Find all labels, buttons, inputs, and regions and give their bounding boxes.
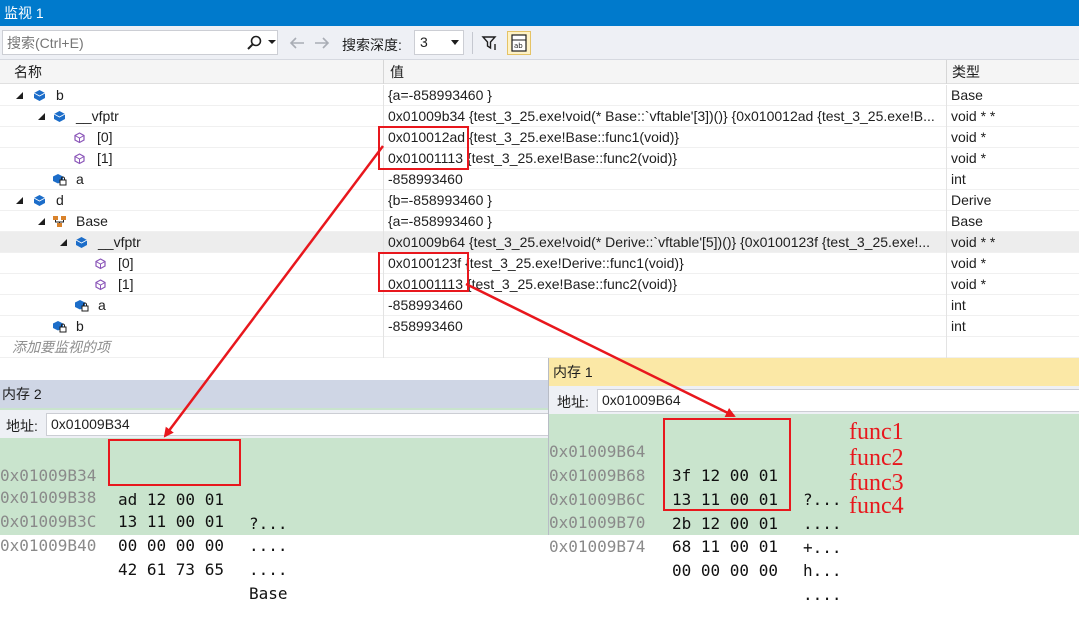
memory-ascii: .... [249,560,288,579]
func3-label: func3 [849,470,904,496]
arrow-to-memory2 [163,145,384,438]
memory-bytes[interactable]: 00 00 00 00 [118,534,224,558]
memory-address: 0x01009B74 [549,537,646,556]
memory-bytes[interactable]: 00 00 00 00 [672,559,778,583]
memory-ascii: +... [803,538,842,557]
memory-ascii: h... [803,561,842,580]
annotation-arrows [163,145,736,438]
memory-ascii: .... [249,536,288,555]
memory-bytes[interactable]: 42 61 73 65 [118,558,224,582]
func1-label: func1 [849,419,904,445]
memory-ascii: Base [249,584,288,603]
memory-address: 0x01009B40 [0,536,97,555]
memory-ascii: .... [803,585,842,604]
func4-label: func4 [849,493,904,519]
arrow-to-memory1 [465,282,736,418]
func2-label: func2 [849,445,904,471]
memory-bytes[interactable]: 68 11 00 01 [672,535,778,559]
